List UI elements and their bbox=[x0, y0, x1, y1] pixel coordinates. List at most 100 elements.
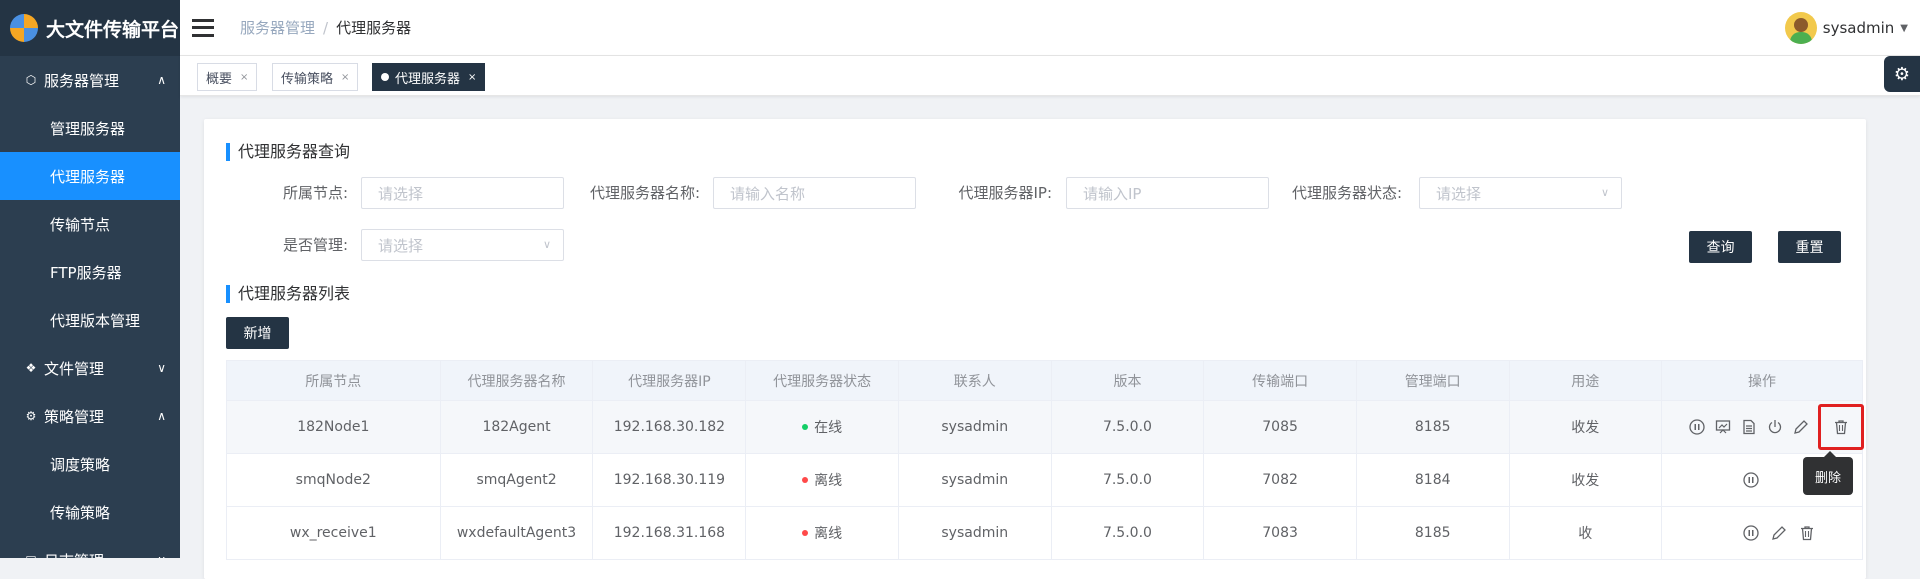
pause-icon[interactable] bbox=[1742, 471, 1760, 489]
trash-icon[interactable] bbox=[1832, 418, 1850, 436]
log-icon: ▣ bbox=[24, 553, 38, 558]
cell-status: 离线 bbox=[745, 453, 899, 507]
status-dot-icon bbox=[802, 530, 809, 536]
document-icon[interactable] bbox=[1740, 418, 1758, 436]
table-row[interactable]: wx_receive1 wxdefaultAgent3 192.168.31.1… bbox=[226, 506, 1863, 560]
menu-group-log-management[interactable]: ▣ 日志管理 ∨ bbox=[0, 536, 180, 559]
sidebar-item-ftp-server[interactable]: FTP服务器 bbox=[0, 248, 180, 296]
gear-icon: ⚙ bbox=[1893, 63, 1911, 85]
managed-select[interactable]: 请选择 ∨ bbox=[361, 229, 564, 261]
cell-transfer-port: 7083 bbox=[1203, 506, 1357, 560]
managed-label: 是否管理: bbox=[282, 236, 348, 254]
pause-icon[interactable] bbox=[1742, 524, 1760, 542]
chevron-down-icon: ∨ bbox=[157, 361, 166, 375]
tab-transfer-policy[interactable]: 传输策略 × bbox=[272, 63, 359, 91]
status-placeholder: 请选择 bbox=[1436, 184, 1482, 203]
cell-transfer-port: 7082 bbox=[1203, 453, 1357, 507]
power-icon[interactable] bbox=[1766, 418, 1784, 436]
node-select[interactable]: 请选择 bbox=[361, 177, 564, 209]
reset-button[interactable]: 重置 bbox=[1778, 231, 1841, 263]
status-dot-icon bbox=[802, 424, 809, 430]
cell-node: 182Node1 bbox=[226, 400, 441, 454]
delete-highlight bbox=[1818, 404, 1864, 450]
caret-down-icon: ▼ bbox=[1900, 22, 1908, 34]
cell-contact: sysadmin bbox=[897, 506, 1052, 560]
username: sysadmin bbox=[1822, 19, 1895, 37]
cell-usage: 收发 bbox=[1508, 453, 1663, 507]
menu-group-label: 文件管理 bbox=[44, 359, 105, 378]
edit-icon[interactable] bbox=[1792, 418, 1810, 436]
pause-icon[interactable] bbox=[1688, 418, 1706, 436]
cell-contact: sysadmin bbox=[897, 400, 1052, 454]
menu-group-label: 日志管理 bbox=[44, 550, 104, 559]
managed-placeholder: 请选择 bbox=[378, 236, 424, 255]
sidebar-item-transfer-policy[interactable]: 传输策略 bbox=[0, 488, 180, 536]
close-icon[interactable]: × bbox=[240, 72, 248, 83]
cell-name: 182Agent bbox=[439, 400, 594, 454]
breadcrumb-item[interactable]: 服务器管理 bbox=[240, 19, 315, 37]
cell-status: 在线 bbox=[745, 400, 899, 454]
cell-version: 7.5.0.0 bbox=[1050, 400, 1205, 454]
name-input[interactable]: 请输入名称 bbox=[713, 177, 916, 209]
edit-icon[interactable] bbox=[1770, 524, 1788, 542]
app-logo[interactable]: 大文件传输平台 bbox=[0, 0, 180, 56]
table-row[interactable]: smqNode2 smqAgent2 192.168.30.119 离线 sys… bbox=[226, 453, 1863, 507]
settings-button[interactable]: ⚙ bbox=[1884, 56, 1920, 92]
menu-group-label: 策略管理 bbox=[44, 407, 105, 426]
breadcrumb-separator: / bbox=[323, 19, 329, 37]
status-select[interactable]: 请选择 ∨ bbox=[1419, 177, 1622, 209]
sidebar-item-proxy-server[interactable]: 代理服务器 bbox=[0, 152, 180, 200]
cell-usage: 收 bbox=[1508, 506, 1663, 560]
status-label: 代理服务器状态: bbox=[1291, 184, 1402, 202]
search-button[interactable]: 查询 bbox=[1689, 231, 1752, 263]
ip-input[interactable]: 请输入IP bbox=[1066, 177, 1269, 209]
menu-group-server-management[interactable]: ⬡ 服务器管理 ∧ bbox=[0, 56, 180, 104]
sidebar-item-manage-server[interactable]: 管理服务器 bbox=[0, 104, 180, 152]
topbar: 服务器管理 / 代理服务器 sysadmin ▼ bbox=[180, 0, 1920, 56]
avatar bbox=[1784, 12, 1817, 44]
table-row[interactable]: 182Node1 182Agent 192.168.30.182 在线 sysa… bbox=[226, 400, 1864, 454]
monitor-icon[interactable] bbox=[1714, 418, 1732, 436]
active-dot-icon bbox=[381, 73, 389, 81]
close-icon[interactable]: × bbox=[341, 72, 349, 83]
node-label: 所属节点: bbox=[282, 184, 348, 202]
col-header-manage-port: 管理端口 bbox=[1355, 360, 1510, 401]
tab-overview[interactable]: 概要 × bbox=[197, 63, 258, 91]
col-header-usage: 用途 bbox=[1508, 360, 1663, 401]
sidebar-item-schedule-policy[interactable]: 调度策略 bbox=[0, 440, 180, 488]
col-header-node: 所属节点 bbox=[226, 360, 441, 401]
ip-placeholder: 请输入IP bbox=[1083, 184, 1142, 203]
app-title: 大文件传输平台 bbox=[46, 18, 180, 41]
cell-manage-port: 8185 bbox=[1355, 506, 1510, 560]
cell-version: 7.5.0.0 bbox=[1050, 506, 1205, 560]
logo-icon bbox=[10, 14, 38, 42]
trash-icon[interactable] bbox=[1798, 524, 1816, 542]
query-section-title: 代理服务器查询 bbox=[226, 143, 350, 161]
hamburger-icon[interactable] bbox=[192, 18, 214, 37]
main-card: 代理服务器查询 所属节点: 请选择 代理服务器名称: 请输入名称 代理服务器IP… bbox=[204, 119, 1866, 579]
sidebar-item-agent-version[interactable]: 代理版本管理 bbox=[0, 296, 180, 344]
delete-tooltip: 删除 bbox=[1803, 451, 1853, 495]
chevron-up-icon: ∧ bbox=[157, 73, 166, 87]
sidebar-item-transfer-node[interactable]: 传输节点 bbox=[0, 200, 180, 248]
cell-version: 7.5.0.0 bbox=[1050, 453, 1205, 507]
menu-group-label: 服务器管理 bbox=[44, 71, 120, 90]
chevron-down-icon: ∨ bbox=[1600, 186, 1609, 199]
tab-label: 传输策略 bbox=[281, 71, 334, 87]
col-header-actions: 操作 bbox=[1661, 360, 1863, 401]
col-header-version: 版本 bbox=[1050, 360, 1205, 401]
breadcrumb: 服务器管理 / 代理服务器 bbox=[240, 17, 411, 38]
close-icon[interactable]: × bbox=[468, 72, 476, 83]
chevron-up-icon: ∧ bbox=[157, 409, 166, 423]
col-header-transfer-port: 传输端口 bbox=[1203, 360, 1357, 401]
cube-icon: ⬡ bbox=[25, 73, 37, 87]
tab-proxy-server[interactable]: 代理服务器 × bbox=[372, 63, 486, 91]
user-menu[interactable]: sysadmin ▼ bbox=[1784, 12, 1908, 44]
sidebar: 大文件传输平台 ⬡ 服务器管理 ∧ 管理服务器 代理服务器 传输节点 FTP服务… bbox=[0, 0, 180, 558]
status-dot-icon bbox=[802, 477, 809, 483]
menu-group-policy-management[interactable]: ⚙ 策略管理 ∧ bbox=[0, 392, 180, 440]
add-button[interactable]: 新增 bbox=[226, 317, 289, 349]
menu-group-file-management[interactable]: ❖ 文件管理 ∨ bbox=[0, 344, 180, 392]
node-placeholder: 请选择 bbox=[378, 184, 424, 203]
cell-status: 离线 bbox=[745, 506, 899, 560]
